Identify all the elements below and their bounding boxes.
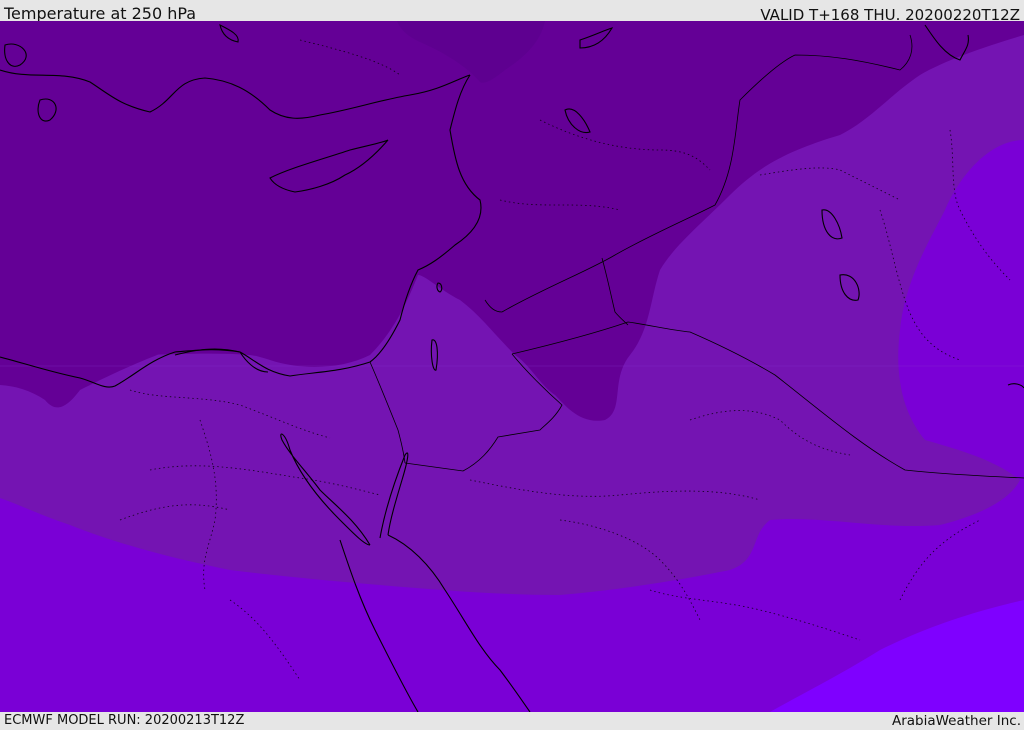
map-canvas xyxy=(0,21,1024,712)
model-run: ECMWF MODEL RUN: 20200213T12Z xyxy=(4,713,245,728)
footer-bar: ECMWF MODEL RUN: 20200213T12Z ArabiaWeat… xyxy=(0,712,1024,729)
header-bar: Temperature at 250 hPa VALID T+168 THU. … xyxy=(0,0,1024,24)
credit: ArabiaWeather Inc. xyxy=(891,713,1021,729)
temperature-map[interactable] xyxy=(0,21,1024,712)
